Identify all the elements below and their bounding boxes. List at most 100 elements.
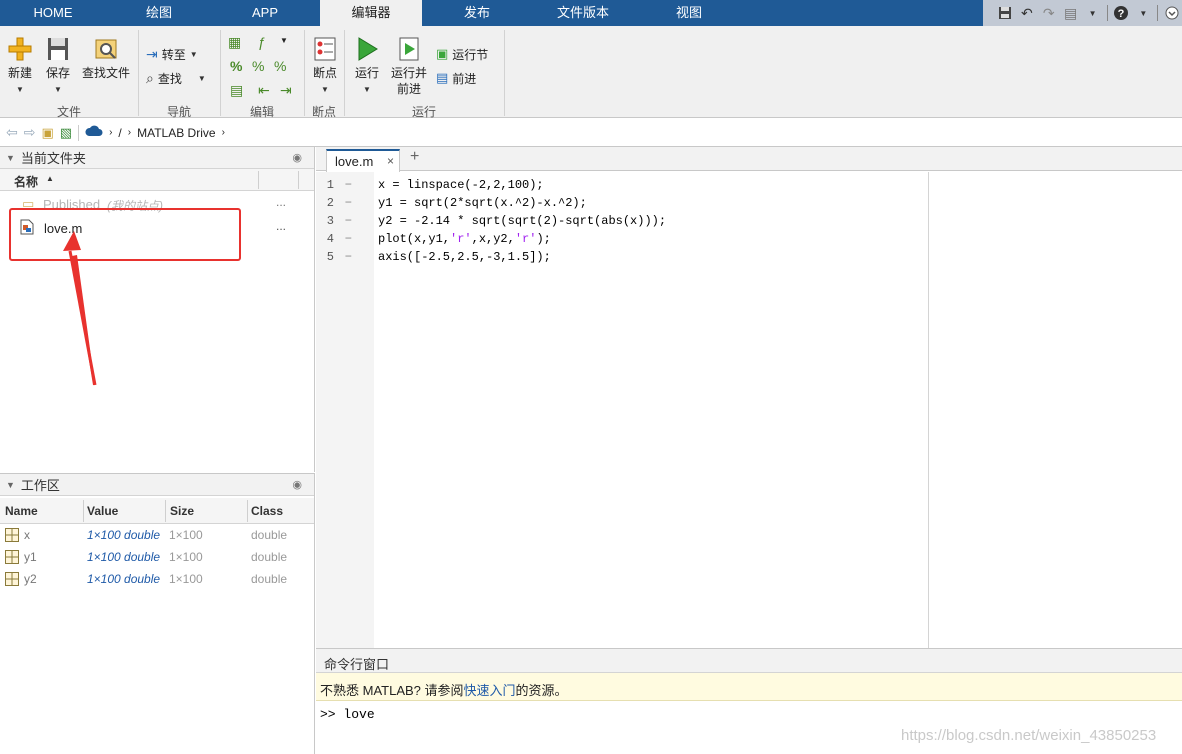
line-number[interactable]: 3− — [316, 212, 374, 230]
comment-icon[interactable]: % — [230, 58, 242, 74]
editor-tab-love[interactable]: love.m × — [326, 149, 400, 172]
getting-started-notice: 不熟悉 MATLAB? 请参阅快速入门的资源。 — [316, 673, 1182, 701]
chevron-right-icon[interactable]: › — [222, 127, 225, 138]
indent-icon[interactable]: ⇤ — [258, 82, 270, 99]
collapse-triangle-icon[interactable]: ▼ — [6, 480, 15, 490]
workspace-column-header: Name Value Size Class — [0, 498, 314, 524]
play-icon — [358, 37, 378, 61]
breakpoint-marker[interactable]: − — [334, 230, 352, 248]
back-icon[interactable]: ⇦ — [6, 124, 18, 141]
column-header-name[interactable]: Name — [5, 504, 38, 518]
breakpoint-marker[interactable]: − — [334, 176, 352, 194]
chevron-down-icon: ▼ — [197, 73, 206, 83]
browse-folder-icon[interactable]: ▧ — [60, 125, 72, 141]
variable-class: double — [251, 528, 288, 542]
path-segment-matlab-drive[interactable]: MATLAB Drive — [137, 126, 215, 140]
breakpoint-marker[interactable]: − — [334, 212, 352, 230]
find-files-icon — [95, 39, 117, 59]
column-header-size[interactable]: Size — [170, 504, 194, 518]
variable-class: double — [251, 550, 288, 564]
tab-plots[interactable]: 绘图 — [106, 0, 212, 26]
undo-icon[interactable]: ↶ — [1017, 3, 1037, 23]
goto-button[interactable]: ⇥ 转至 ▼ — [146, 43, 198, 65]
chevron-down-icon[interactable]: ▼ — [1083, 3, 1103, 23]
table-row[interactable]: y2 1×100 double 1×100 double — [0, 568, 314, 590]
run-and-advance-button[interactable]: 运行并 前进 — [388, 36, 430, 97]
code-line[interactable]: axis([-2.5,2.5,-3,1.5]); — [378, 248, 928, 266]
notice-text: 不熟悉 MATLAB? 请参阅快速入门的资源。 — [320, 683, 568, 698]
breakpoint-marker[interactable]: − — [334, 248, 352, 266]
add-tab-icon[interactable]: + — [410, 148, 419, 166]
run-button[interactable]: 运行 ▼ — [350, 36, 384, 95]
tab-file-versions[interactable]: 文件版本 — [530, 0, 636, 26]
run-section-button[interactable]: ▣ 运行节 — [436, 43, 488, 65]
cloud-icon[interactable] — [85, 125, 103, 140]
line-number[interactable]: 2− — [316, 194, 374, 212]
command-window: 命令行窗口 不熟悉 MATLAB? 请参阅快速入门的资源。 >> love ht… — [316, 648, 1182, 754]
column-header-value[interactable]: Value — [87, 504, 118, 518]
code-line[interactable]: plot(x,y1,'r',x,y2,'r'); — [378, 230, 928, 248]
advance-button[interactable]: ▤ 前进 — [436, 67, 476, 89]
code-line[interactable]: y1 = sqrt(2*sqrt(x.^2)-x.^2); — [378, 194, 928, 212]
code-line[interactable]: x = linspace(-2,2,100); — [378, 176, 928, 194]
minimize-ribbon-icon[interactable] — [1162, 3, 1182, 23]
help-icon[interactable]: ? — [1111, 3, 1131, 23]
command-input-line[interactable]: >> love — [320, 707, 375, 722]
column-header-class[interactable]: Class — [251, 504, 283, 518]
uncomment-icon[interactable]: % — [252, 58, 264, 74]
chevron-right-icon[interactable]: › — [128, 127, 131, 138]
edit-tools: ▦ ƒ ▼ % % % ▤ ⇤ ⇥ — [228, 32, 300, 102]
new-button[interactable]: 新建 ▼ — [4, 36, 36, 95]
editor-pane: love.m × + 1−2−3−4−5− x = linspace(-2,2,… — [316, 147, 1182, 648]
breakpoint-marker[interactable]: − — [334, 194, 352, 212]
code-area[interactable]: x = linspace(-2,2,100); y1 = sqrt(2*sqrt(… — [374, 172, 928, 648]
table-row[interactable]: x 1×100 double 1×100 double — [0, 524, 314, 546]
group-label-nav: 导航 — [166, 105, 191, 119]
fx-icon[interactable]: ƒ — [258, 34, 266, 50]
getting-started-link[interactable]: 快速入门 — [464, 683, 516, 698]
run-advance-icon — [399, 37, 419, 61]
save-button[interactable]: 保存 ▼ — [42, 36, 74, 95]
up-folder-icon[interactable]: ▣ — [41, 125, 53, 141]
command-input[interactable]: love — [343, 707, 374, 722]
chevron-down-icon[interactable]: ▼ — [1133, 3, 1153, 23]
line-gutter: 1−2−3−4−5− — [316, 172, 374, 648]
find-button[interactable]: ⌕ 查找 ▼ — [146, 67, 206, 89]
watermark: https://blog.csdn.net/weixin_43850253 — [901, 727, 1157, 744]
line-number[interactable]: 4− — [316, 230, 374, 248]
line-number[interactable]: 5− — [316, 248, 374, 266]
find-files-button[interactable]: 查找文件 — [80, 36, 132, 81]
chevron-right-icon[interactable]: › — [109, 127, 112, 138]
wrap-comments-icon[interactable]: % — [274, 58, 286, 74]
breakpoints-button[interactable]: 断点 ▼ — [308, 36, 342, 95]
variable-matrix-icon — [5, 550, 19, 567]
switch-windows-icon[interactable]: ▤ — [1061, 3, 1081, 23]
tab-apps[interactable]: APP — [212, 0, 318, 26]
tab-publish[interactable]: 发布 — [424, 0, 530, 26]
line-number[interactable]: 1− — [316, 176, 374, 194]
save-icon — [48, 38, 68, 60]
variable-value: 1×100 double — [87, 528, 161, 542]
forward-icon[interactable]: ⇨ — [24, 124, 36, 141]
chevron-down-icon: ▼ — [16, 85, 24, 94]
tab-editor[interactable]: 编辑器 — [320, 0, 422, 26]
chevron-down-icon[interactable]: ▼ — [280, 36, 288, 45]
annotation-arrow-icon — [63, 231, 97, 386]
editor-tab-label: love.m — [335, 154, 374, 169]
breakpoint-icon — [314, 37, 336, 61]
chevron-down-icon: ▼ — [189, 49, 198, 59]
variable-value: 1×100 double — [87, 550, 161, 564]
table-row[interactable]: y1 1×100 double 1×100 double — [0, 546, 314, 568]
tab-home[interactable]: HOME — [0, 0, 106, 26]
pane-menu-icon[interactable]: ◉ — [292, 478, 302, 491]
close-icon[interactable]: × — [387, 154, 394, 168]
outdent-icon[interactable]: ⇥ — [280, 82, 292, 99]
command-window-title: 命令行窗口 — [324, 657, 390, 672]
insert-icon[interactable]: ▦ — [228, 34, 241, 51]
tab-view[interactable]: 视图 — [636, 0, 742, 26]
smart-indent-icon[interactable]: ▤ — [230, 82, 243, 99]
code-line[interactable]: y2 = -2.14 * sqrt(sqrt(2)-sqrt(abs(x))); — [378, 212, 928, 230]
save-icon[interactable] — [995, 3, 1015, 23]
variable-value: 1×100 double — [87, 572, 161, 586]
redo-icon[interactable]: ↷ — [1039, 3, 1059, 23]
